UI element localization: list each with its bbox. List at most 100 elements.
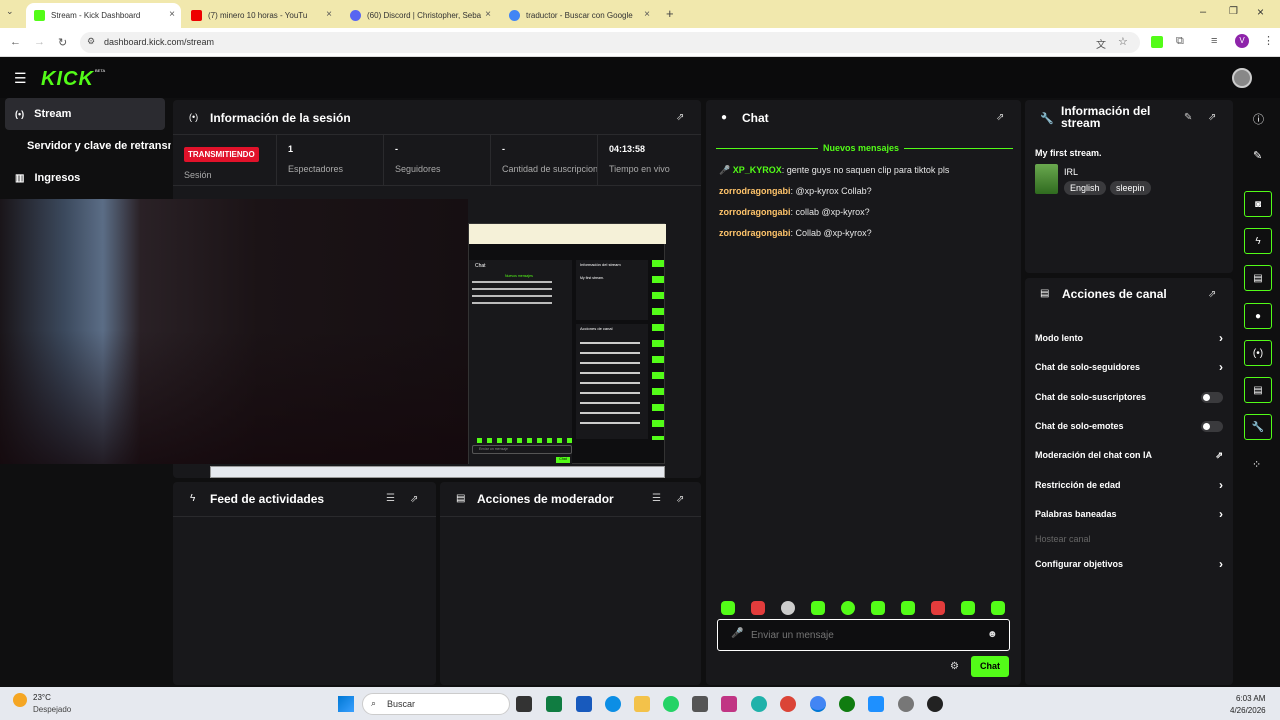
wrench-rail-icon[interactable]: 🔧 — [1244, 414, 1272, 440]
sidebar-item-income[interactable]: ▥ Ingresos — [5, 162, 165, 194]
maximize-button[interactable]: ❐ — [1229, 6, 1238, 17]
settings-icon[interactable] — [898, 696, 914, 712]
expand-icon[interactable]: ⇗ — [410, 494, 418, 505]
chat-username[interactable]: zorrodragongabi — [719, 228, 791, 238]
edge-icon[interactable] — [605, 696, 621, 712]
media-controls-icon[interactable]: ≡ — [1211, 35, 1217, 47]
chat-message-input[interactable] — [751, 628, 961, 642]
info-icon[interactable]: ⓘ — [1253, 111, 1264, 127]
xbox-icon[interactable] — [839, 696, 855, 712]
translate-icon[interactable]: 文 — [1096, 36, 1106, 51]
sidebar-item-stream[interactable]: (•) Stream — [5, 98, 165, 130]
bookmark-star-icon[interactable]: ☆ — [1118, 35, 1128, 48]
expand-icon[interactable]: ⇗ — [676, 494, 684, 505]
add-widget-icon[interactable]: ⁘ — [1252, 458, 1261, 471]
action-slow-mode[interactable]: Modo lento › — [1035, 331, 1225, 345]
close-window-button[interactable]: × — [1257, 5, 1264, 19]
close-icon[interactable]: × — [326, 9, 332, 20]
action-followers-only[interactable]: Chat de solo-seguidores › — [1035, 360, 1225, 374]
extensions-icon[interactable]: ⧉ — [1176, 35, 1184, 48]
site-info-icon[interactable]: ⚙ — [87, 36, 95, 47]
emoji-icon[interactable]: ☻ — [987, 629, 998, 640]
expand-icon[interactable]: ⇗ — [996, 112, 1004, 123]
chat-username[interactable]: zorrodragongabi — [719, 207, 791, 217]
emote-button[interactable] — [961, 601, 975, 615]
emotes-only-toggle[interactable] — [1201, 421, 1223, 432]
chrome-icon[interactable] — [780, 696, 796, 712]
expand-icon[interactable]: ⇗ — [1208, 112, 1216, 123]
emote-button[interactable] — [991, 601, 1005, 615]
file-explorer-icon[interactable] — [634, 696, 650, 712]
back-icon[interactable]: ← — [10, 36, 21, 48]
emote-button[interactable] — [811, 601, 825, 615]
edit-layout-icon[interactable]: ✎ — [1253, 149, 1262, 162]
expand-icon[interactable]: ⇗ — [676, 112, 684, 123]
close-icon[interactable]: × — [169, 9, 175, 20]
task-view-icon[interactable] — [516, 696, 532, 712]
close-icon[interactable]: × — [644, 9, 650, 20]
emote-button[interactable] — [781, 601, 795, 615]
tab-google[interactable]: traductor - Buscar con Google × — [501, 3, 656, 28]
menu-dots-icon[interactable]: ⋮ — [1263, 34, 1274, 47]
action-set-goals[interactable]: Configurar objetivos › — [1035, 557, 1225, 571]
filter-icon[interactable]: ☰ — [652, 493, 661, 504]
taskbar-search-box[interactable] — [362, 693, 510, 715]
calculator-icon[interactable] — [692, 696, 708, 712]
tag-pill[interactable]: sleepin — [1110, 181, 1151, 195]
action-ai-moderation[interactable]: Moderación del chat con IA ⇗ — [1035, 450, 1225, 460]
emote-button[interactable] — [871, 601, 885, 615]
sidebar-item-server-key[interactable]: Servidor y clave de retransmisión — [5, 130, 171, 162]
chat-username[interactable]: zorrodragongabi — [719, 186, 791, 196]
instagram-icon[interactable] — [721, 696, 737, 712]
excel-icon[interactable] — [546, 696, 562, 712]
tab-youtube[interactable]: (7) minero 10 horas - YouTu × — [183, 3, 338, 28]
minimize-button[interactable]: – — [1200, 6, 1206, 18]
actions-rail-icon[interactable]: ▤ — [1244, 377, 1272, 403]
emote-button[interactable] — [721, 601, 735, 615]
close-icon[interactable]: × — [485, 9, 491, 20]
hamburger-menu-icon[interactable]: ☰ — [14, 70, 27, 87]
reload-icon[interactable]: ↻ — [58, 36, 67, 49]
chrome-profile-icon[interactable] — [810, 696, 826, 712]
lightning-rail-icon[interactable]: ϟ — [1244, 228, 1272, 254]
broadcast-rail-icon[interactable]: (•) — [1244, 340, 1272, 366]
emote-button[interactable] — [901, 601, 915, 615]
obs-icon[interactable] — [927, 696, 943, 712]
weather-sun-icon[interactable] — [13, 693, 27, 707]
expand-icon[interactable]: ⇗ — [1208, 289, 1216, 300]
user-avatar[interactable] — [1232, 68, 1252, 88]
chat-settings-icon[interactable]: ⚙ — [950, 661, 959, 672]
tab-kick-dashboard[interactable]: Stream - Kick Dashboard × — [26, 3, 181, 28]
edit-pencil-icon[interactable]: ✎ — [1184, 112, 1192, 123]
new-tab-button[interactable]: + — [666, 6, 674, 21]
chat-username[interactable]: XP_KYROX — [733, 165, 782, 175]
emote-button[interactable] — [841, 601, 855, 615]
emote-button[interactable] — [931, 601, 945, 615]
capture-rail-icon[interactable]: ◙ — [1244, 191, 1272, 217]
forward-icon[interactable]: → — [34, 36, 45, 48]
weather-temp[interactable]: 23°C — [33, 693, 51, 702]
windows-start-icon[interactable] — [338, 696, 354, 712]
chat-send-button[interactable]: Chat — [971, 656, 1009, 677]
document-rail-icon[interactable]: ▤ — [1244, 265, 1272, 291]
tag-pill[interactable]: English — [1064, 181, 1106, 195]
whatsapp-icon[interactable] — [663, 696, 679, 712]
tab-discord[interactable]: (60) Discord | Christopher, Seba × — [342, 3, 497, 28]
clock-time[interactable]: 6:03 AM — [1236, 694, 1265, 703]
word-icon[interactable] — [576, 696, 592, 712]
action-age-restriction[interactable]: Restricción de edad › — [1035, 478, 1225, 492]
kick-extension-icon[interactable] — [1151, 36, 1163, 48]
profile-avatar[interactable]: V — [1235, 34, 1249, 48]
copilot-icon[interactable] — [751, 696, 767, 712]
kick-logo[interactable]: KICK — [41, 68, 94, 91]
app-f-icon[interactable] — [868, 696, 884, 712]
subscribers-only-toggle[interactable] — [1201, 392, 1223, 403]
filter-icon[interactable]: ☰ — [386, 493, 395, 504]
clock-date[interactable]: 4/26/2026 — [1230, 706, 1266, 715]
action-banned-words[interactable]: Palabras baneadas › — [1035, 507, 1225, 521]
category-name[interactable]: IRL — [1064, 167, 1078, 177]
url-field[interactable] — [80, 32, 1140, 53]
tab-list-icon[interactable]: ⌄ — [6, 6, 14, 17]
mic-icon[interactable]: 🎤 — [731, 628, 743, 639]
chat-rail-icon[interactable]: ● — [1244, 303, 1272, 329]
